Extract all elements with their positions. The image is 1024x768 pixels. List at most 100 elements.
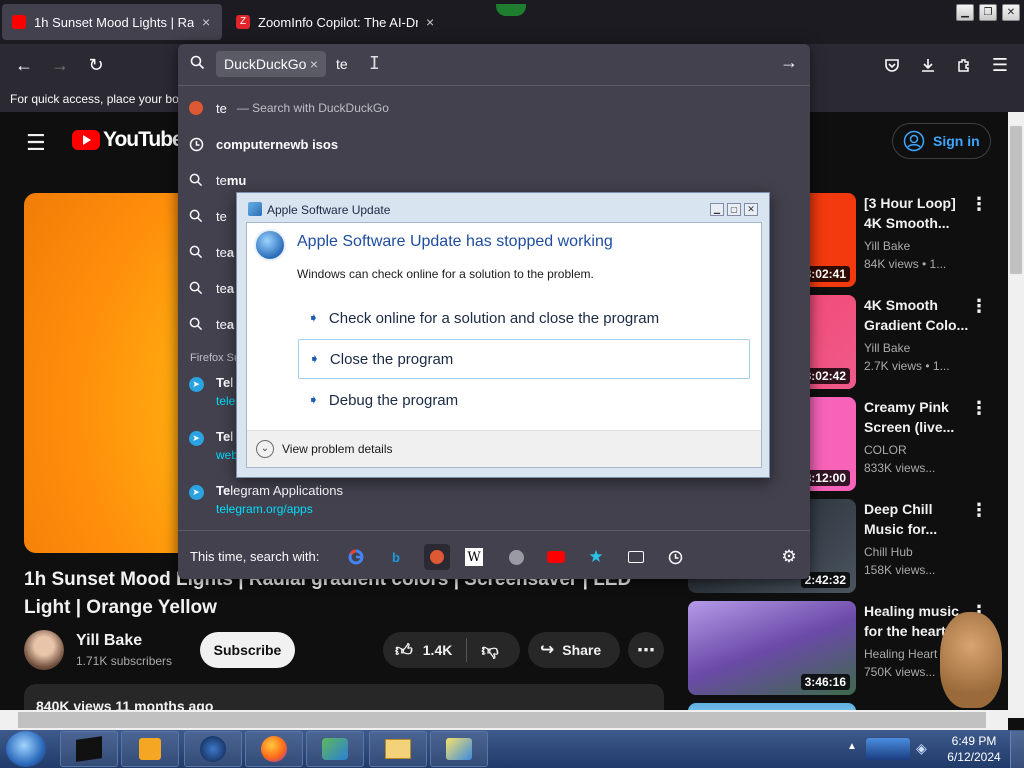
pocket-icon[interactable] xyxy=(878,52,906,78)
youtube-favicon-icon xyxy=(12,15,26,29)
minimize-icon[interactable]: ▁ xyxy=(956,4,974,21)
related-title[interactable]: [3 Hour Loop] 4K Smooth... xyxy=(864,193,974,233)
taskbar-app-firefox[interactable] xyxy=(245,731,303,767)
site-suggestion[interactable]: ➤ Tel tele xyxy=(188,370,236,410)
google-icon[interactable] xyxy=(345,546,367,568)
more-options-icon[interactable]: ⋮ xyxy=(970,194,988,215)
search-engine-chip[interactable]: DuckDuckGo × xyxy=(216,51,326,77)
horizontal-scrollbar-thumb[interactable] xyxy=(18,712,986,728)
extensions-icon[interactable] xyxy=(950,52,978,78)
close-tab-icon[interactable]: × xyxy=(426,14,434,30)
page-scrollbar-thumb[interactable] xyxy=(1010,126,1022,274)
site-url: telegram.org/apps xyxy=(216,502,313,516)
bing-icon[interactable]: b xyxy=(385,546,407,568)
tray-clock[interactable]: 6:49 PM 6/12/2024 xyxy=(944,733,1004,765)
site-url: tele xyxy=(216,394,236,408)
like-dislike-group: 👍︎ 1.4K 👎︎ xyxy=(383,632,520,668)
go-arrow-icon[interactable]: → xyxy=(780,52,798,73)
suggestion-row[interactable]: te a xyxy=(188,273,238,303)
taskbar-app-update[interactable] xyxy=(430,731,488,767)
site-suggestion[interactable]: ➤ Tel web xyxy=(188,424,238,464)
related-title[interactable]: 4K Smooth Gradient Colo... xyxy=(864,295,974,335)
divider xyxy=(178,530,810,531)
related-title[interactable]: Creamy Pink Screen (live... xyxy=(864,397,974,437)
wikipedia-icon[interactable]: W xyxy=(465,548,483,566)
history-icon[interactable] xyxy=(664,546,686,568)
suggestion-text: computernewb isos xyxy=(216,136,339,152)
suggestion-row[interactable]: te — Search with DuckDuckGo xyxy=(188,93,788,123)
dialog-maximize-icon[interactable]: ▢ xyxy=(727,203,741,216)
suggestion-row[interactable]: te a xyxy=(188,237,238,267)
site-suggestion[interactable]: ➤ Telegram Applications telegram.org/app… xyxy=(188,478,788,518)
show-hidden-icons-icon[interactable]: ▲ xyxy=(847,741,857,752)
start-button[interactable] xyxy=(6,731,46,767)
close-window-icon[interactable]: ✕ xyxy=(1002,4,1020,21)
menu-icon[interactable]: ☰ xyxy=(986,52,1014,78)
view-details-link[interactable]: View problem details xyxy=(282,442,393,456)
duckduckgo-icon[interactable] xyxy=(424,544,450,570)
dialog-close-icon[interactable]: ✕ xyxy=(744,203,758,216)
sign-in-button[interactable]: Sign in xyxy=(892,123,991,159)
related-title[interactable]: Deep Chill Music for... xyxy=(864,499,974,539)
like-count[interactable]: 1.4K xyxy=(423,642,453,658)
chevron-down-icon[interactable]: ⌄ xyxy=(256,440,274,458)
remove-engine-icon[interactable]: × xyxy=(310,56,318,72)
search-icon xyxy=(188,172,204,188)
account-icon xyxy=(903,130,925,152)
youtube-logo-icon[interactable] xyxy=(72,130,100,150)
divider xyxy=(466,638,468,662)
suggestion-row[interactable]: te mu xyxy=(188,165,788,195)
downloads-icon[interactable] xyxy=(914,52,942,78)
suggestion-prefix: te xyxy=(216,316,227,332)
bookmark-star-icon[interactable]: ★ xyxy=(585,546,607,568)
dislike-icon[interactable]: 👎︎ xyxy=(481,640,498,661)
taskbar-app-browser-dark[interactable] xyxy=(184,731,242,767)
channel-name[interactable]: Yill Bake xyxy=(76,632,142,650)
dialog-minimize-icon[interactable]: ▁ xyxy=(710,203,724,216)
site-title: l xyxy=(230,429,234,444)
channel-avatar[interactable] xyxy=(24,630,64,670)
restore-icon[interactable]: ❐ xyxy=(979,4,997,21)
related-meta: 158K views... xyxy=(864,563,936,577)
subscribe-button[interactable]: Subscribe xyxy=(200,632,295,668)
like-icon[interactable]: 👍︎ xyxy=(395,640,413,661)
gear-icon[interactable]: ⚙ xyxy=(778,546,800,568)
suggestion-row[interactable]: computernewb isos xyxy=(188,129,788,159)
tray-language-icon[interactable]: ◈ xyxy=(916,740,927,757)
taskbar-app-explorer[interactable] xyxy=(369,731,427,767)
more-actions-icon[interactable]: ⋯ xyxy=(628,632,664,668)
taskbar-app-media[interactable] xyxy=(121,731,179,767)
more-options-icon[interactable]: ⋮ xyxy=(970,296,988,317)
site-title: legram Applications xyxy=(230,483,343,498)
related-thumb[interactable]: 3:46:16 xyxy=(688,601,856,695)
dialog-window-title: Apple Software Update xyxy=(267,203,391,217)
youtube-icon[interactable] xyxy=(545,546,567,568)
tab-title: 1h Sunset Mood Lights | Radial xyxy=(34,14,194,30)
more-options-icon[interactable]: ⋮ xyxy=(970,500,988,521)
close-program-option[interactable]: ➧ Close the program xyxy=(298,339,750,379)
related-channel: COLOR xyxy=(864,443,907,457)
close-tab-icon[interactable]: × xyxy=(202,14,210,30)
taskbar-app-network[interactable] xyxy=(306,731,364,767)
forward-icon[interactable]: → xyxy=(46,52,74,78)
search-icon[interactable] xyxy=(505,546,527,568)
share-button[interactable]: ↪ Share xyxy=(528,632,620,668)
reload-icon[interactable]: ↻ xyxy=(82,52,110,78)
tray-network-icon[interactable] xyxy=(866,738,910,760)
tab-zoominfo[interactable]: Z ZoomInfo Copilot: The AI-Driv × xyxy=(226,4,446,40)
taskbar-app-terminal[interactable] xyxy=(60,731,118,767)
back-icon[interactable]: ← xyxy=(10,52,38,78)
more-options-icon[interactable]: ⋮ xyxy=(970,398,988,419)
suggestion-row[interactable]: te a xyxy=(188,309,238,339)
tabs-icon[interactable] xyxy=(625,546,647,568)
hamburger-icon[interactable]: ☰ xyxy=(26,130,46,156)
search-icon xyxy=(188,316,204,332)
related-meta: 833K views... xyxy=(864,461,936,475)
show-desktop-button[interactable] xyxy=(1010,731,1024,768)
suggestion-row[interactable]: te xyxy=(188,201,238,231)
firefox-icon xyxy=(261,736,287,762)
debug-program-option[interactable]: ➧ Debug the program xyxy=(298,380,750,420)
urlbar-input[interactable]: te xyxy=(336,56,348,72)
tab-youtube[interactable]: 1h Sunset Mood Lights | Radial × xyxy=(2,4,222,40)
check-online-option[interactable]: ➧ Check online for a solution and close … xyxy=(298,298,750,338)
